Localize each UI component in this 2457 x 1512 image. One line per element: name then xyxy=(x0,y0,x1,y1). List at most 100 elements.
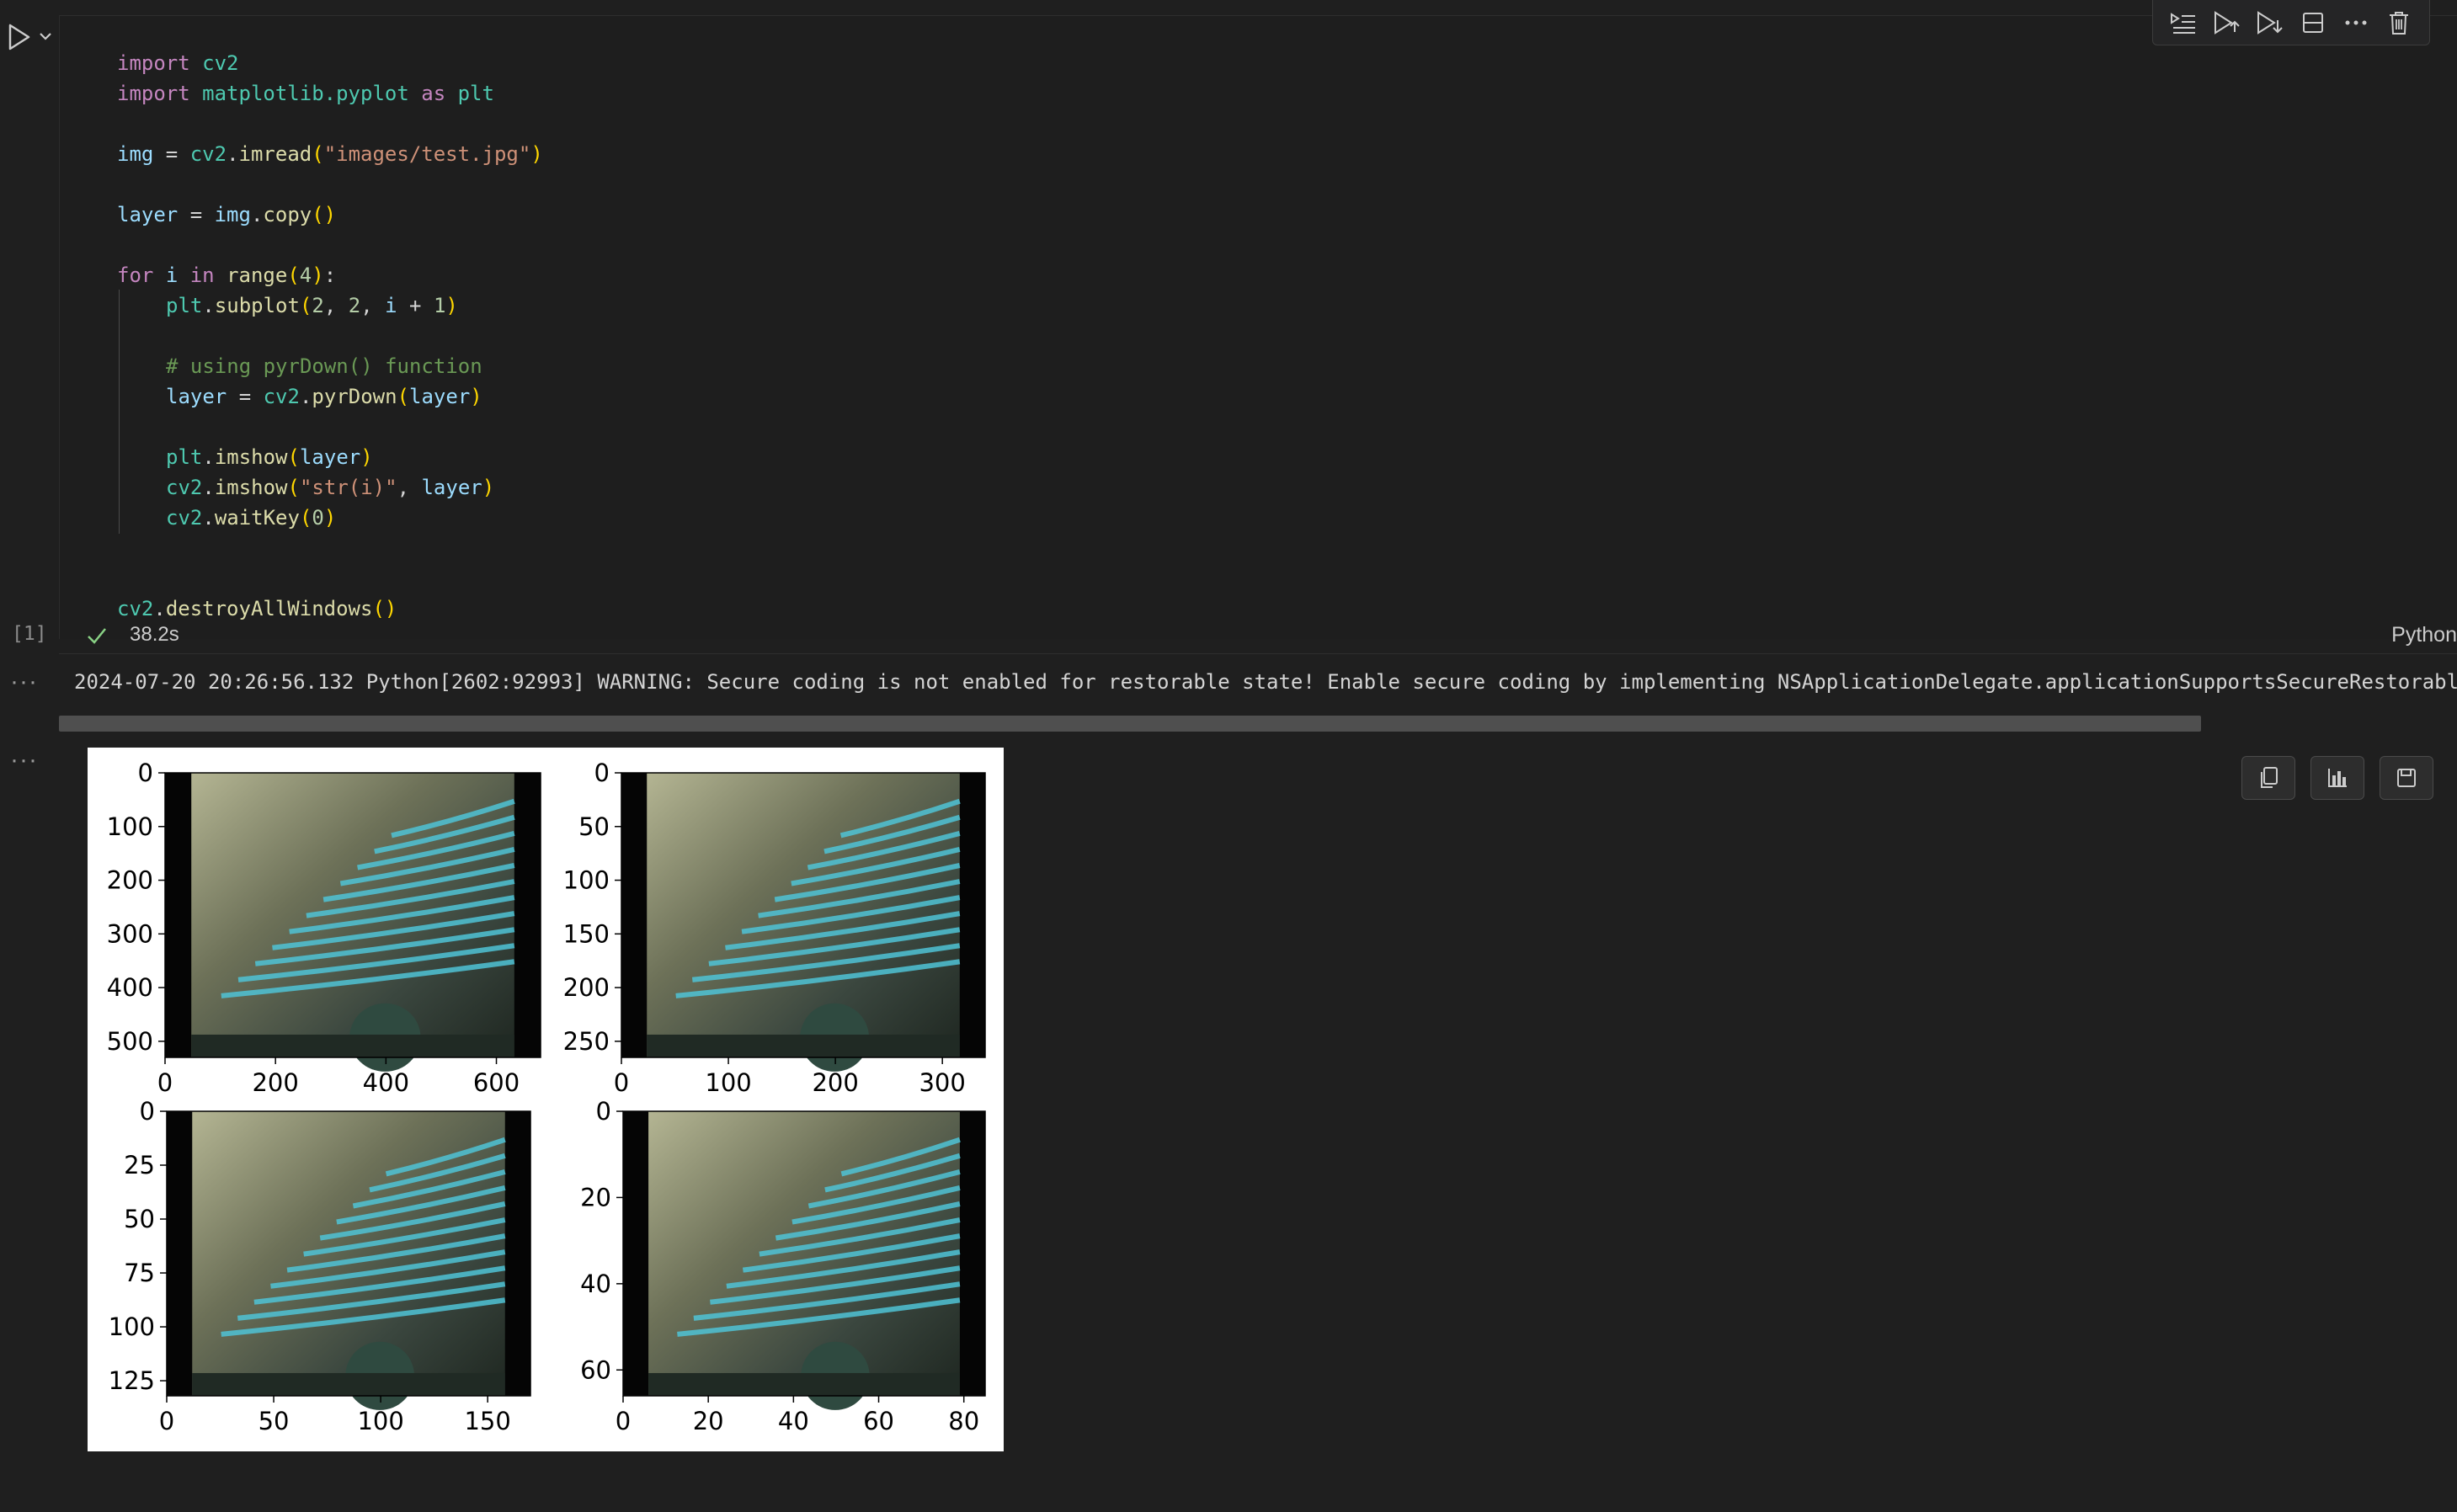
code-token: . xyxy=(227,142,239,166)
horizontal-scrollbar[interactable] xyxy=(59,716,2201,732)
x-tick-label: 20 xyxy=(693,1407,724,1435)
code-token: layer xyxy=(166,385,227,408)
execute-above-button[interactable] xyxy=(2209,6,2243,40)
run-by-line-button[interactable] xyxy=(2167,6,2200,40)
code-token: cv2 xyxy=(202,51,239,75)
more-actions-button[interactable] xyxy=(2339,6,2373,40)
execute-below-icon xyxy=(2257,10,2284,35)
code-token: , xyxy=(323,294,349,317)
y-tick-label: 50 xyxy=(578,812,610,841)
code-line[interactable] xyxy=(117,169,543,200)
code-block[interactable]: import cv2 import matplotlib.pyplot as pl… xyxy=(117,48,543,624)
y-tick-label: 100 xyxy=(109,1312,155,1341)
x-tick-label: 150 xyxy=(464,1407,510,1435)
x-tick-label: 300 xyxy=(919,1068,965,1097)
x-tick-label: 0 xyxy=(159,1407,174,1435)
x-tick-label: 600 xyxy=(473,1068,520,1097)
code-token: img xyxy=(214,203,251,226)
delete-cell-icon xyxy=(2390,11,2409,35)
code-token: plt xyxy=(166,445,203,469)
x-tick-label: 0 xyxy=(616,1407,631,1435)
code-token: ( xyxy=(312,142,324,166)
stderr-output: 2024-07-20 20:26:56.132 Python[2602:9299… xyxy=(74,670,2457,694)
code-line[interactable]: layer = cv2.pyrDown(layer) xyxy=(117,381,543,412)
code-token: ) xyxy=(360,445,373,469)
code-token: layer xyxy=(409,385,471,408)
code-token: . xyxy=(299,385,312,408)
code-line[interactable]: cv2.imshow("str(i)", layer) xyxy=(117,472,543,503)
output-more-button-2[interactable]: ··· xyxy=(10,748,38,773)
x-tick-label: 100 xyxy=(357,1407,403,1435)
copy-icon xyxy=(2261,767,2278,788)
run-cell-button[interactable] xyxy=(7,20,54,54)
y-tick-label: 300 xyxy=(107,919,153,948)
x-tick-label: 80 xyxy=(948,1407,979,1435)
y-tick-label: 0 xyxy=(594,759,610,787)
code-token: = xyxy=(227,385,264,408)
y-tick-label: 40 xyxy=(580,1270,611,1298)
code-line[interactable]: plt.imshow(layer) xyxy=(117,442,543,472)
code-token: ) xyxy=(530,142,543,166)
code-line[interactable]: for i in range(4): xyxy=(117,260,543,290)
code-line[interactable]: import matplotlib.pyplot as plt xyxy=(117,78,543,109)
code-line[interactable]: cv2.waitKey(0) xyxy=(117,503,543,533)
code-token: 2 xyxy=(348,294,361,317)
save-output-button[interactable] xyxy=(2380,756,2433,800)
y-tick-label: 75 xyxy=(124,1259,155,1287)
split-cell-button[interactable] xyxy=(2296,6,2330,40)
code-token: cv2 xyxy=(117,597,154,620)
y-tick-label: 0 xyxy=(138,759,153,787)
code-line[interactable] xyxy=(117,533,543,563)
code-token: layer xyxy=(299,445,361,469)
code-token: "str(i)" xyxy=(299,476,397,499)
delete-cell-button[interactable] xyxy=(2382,6,2416,40)
code-token: i xyxy=(385,294,397,317)
code-token: ) xyxy=(482,476,495,499)
y-tick-label: 100 xyxy=(107,812,153,841)
code-line[interactable] xyxy=(117,412,543,442)
kernel-language[interactable]: Python xyxy=(2391,623,2457,647)
code-line[interactable]: layer = img.copy() xyxy=(117,200,543,230)
pyramid-image xyxy=(623,1111,985,1410)
code-line[interactable] xyxy=(117,230,543,260)
cell-status-bar: 38.2s Python xyxy=(59,623,2457,652)
code-token: layer xyxy=(421,476,482,499)
output-separator xyxy=(59,653,2457,654)
code-token: range xyxy=(227,264,288,287)
run-icon xyxy=(8,24,51,51)
code-token: in xyxy=(189,264,215,287)
y-tick-label: 0 xyxy=(140,1097,155,1126)
code-line[interactable]: plt.subplot(2, 2, i + 1) xyxy=(117,290,543,321)
open-chart-button[interactable] xyxy=(2310,756,2364,800)
code-token: layer xyxy=(117,203,179,226)
code-line[interactable]: img = cv2.imread("images/test.jpg") xyxy=(117,139,543,169)
run-by-line-icon xyxy=(2170,12,2195,34)
y-tick-label: 250 xyxy=(563,1027,610,1056)
code-cell-editor[interactable]: import cv2 import matplotlib.pyplot as pl… xyxy=(59,15,2457,639)
subplot-2: 0501001502002500 100 200 300 xyxy=(563,759,986,1097)
y-tick-label: 25 xyxy=(124,1151,155,1179)
y-tick-label: 500 xyxy=(107,1027,153,1056)
copy-output-button[interactable] xyxy=(2241,756,2295,800)
x-tick-label: 60 xyxy=(863,1407,894,1435)
code-token: copy xyxy=(263,203,312,226)
execute-below-button[interactable] xyxy=(2252,6,2286,40)
code-line[interactable] xyxy=(117,563,543,594)
code-token: subplot xyxy=(214,294,300,317)
output-more-button[interactable]: ··· xyxy=(10,669,38,695)
code-line[interactable] xyxy=(117,109,543,139)
code-line[interactable]: # using pyrDown() function xyxy=(117,351,543,381)
code-line[interactable]: import cv2 xyxy=(117,48,543,78)
code-line[interactable] xyxy=(117,321,543,351)
subplot-1: 01002003004005000 200 400 600 xyxy=(107,759,541,1097)
code-token: ( xyxy=(299,294,312,317)
x-tick-label: 40 xyxy=(778,1407,809,1435)
code-line[interactable]: cv2.destroyAllWindows() xyxy=(117,594,543,624)
subplot-4: 02040600 20 40 60 80 xyxy=(580,1097,986,1435)
execution-time: 38.2s xyxy=(130,623,179,646)
